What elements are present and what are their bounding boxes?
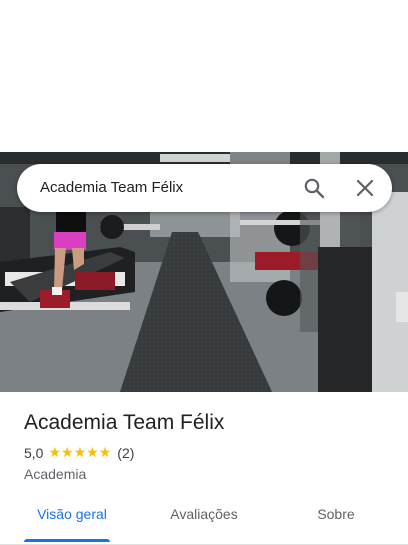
active-tab-indicator	[24, 539, 110, 542]
place-category: Academia	[24, 466, 87, 482]
search-icon[interactable]	[303, 177, 325, 199]
tab-about[interactable]: Sobre	[286, 498, 386, 542]
review-count[interactable]: (2)	[117, 444, 134, 462]
star-icon: ★	[48, 445, 62, 461]
rating-row[interactable]: 5,0 ★ ★ ★ ★ ★ (2)	[24, 444, 134, 462]
star-rating: ★ ★ ★ ★ ★	[48, 446, 111, 460]
star-icon: ★	[73, 445, 87, 461]
tab-overview[interactable]: Visão geral	[22, 498, 122, 542]
search-bar[interactable]: Academia Team Félix	[17, 164, 392, 212]
map-blank-area	[0, 0, 408, 152]
search-input[interactable]: Academia Team Félix	[40, 178, 183, 198]
star-icon: ★	[98, 445, 112, 461]
star-icon: ★	[61, 445, 74, 461]
rating-value: 5,0	[24, 445, 44, 461]
close-icon[interactable]	[356, 179, 374, 197]
tab-reviews[interactable]: Avaliações	[154, 498, 254, 542]
star-icon: ★	[86, 445, 99, 461]
place-tabs: Visão geral Avaliações Sobre	[0, 498, 408, 545]
place-title: Academia Team Félix	[24, 411, 225, 434]
